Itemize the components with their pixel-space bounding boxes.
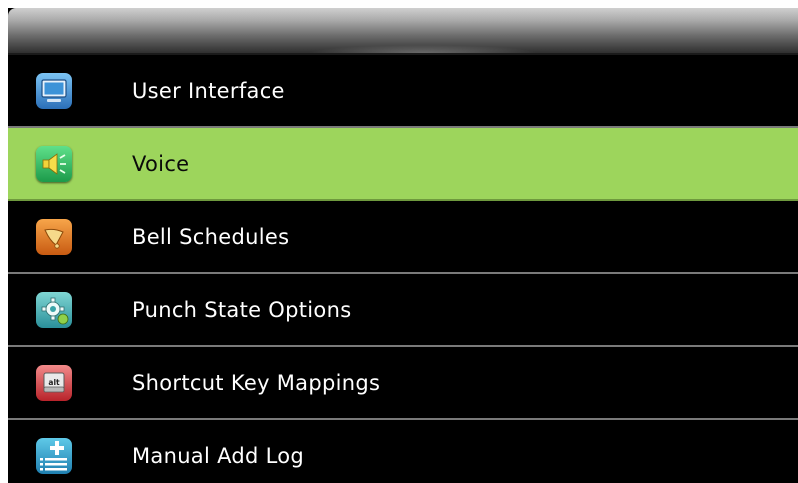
menu-list: User Interface Voice Bell Schedules Punc… <box>8 55 798 483</box>
monitor-icon <box>36 73 72 109</box>
menu-item-bell-schedules[interactable]: Bell Schedules <box>8 201 798 274</box>
menu-item-label: Voice <box>132 151 190 176</box>
menu-item-user-interface[interactable]: User Interface <box>8 55 798 128</box>
menu-item-label: Bell Schedules <box>132 224 290 249</box>
menu-item-label: User Interface <box>132 78 285 103</box>
menu-item-label: Punch State Options <box>132 297 352 322</box>
menu-item-manual-add-log[interactable]: Manual Add Log <box>8 420 798 483</box>
menu-item-voice[interactable]: Voice <box>8 128 798 201</box>
svg-text:alt: alt <box>48 378 60 387</box>
device-screen: User Interface Voice Bell Schedules Punc… <box>8 8 798 483</box>
speaker-icon <box>36 146 72 182</box>
menu-item-label: Manual Add Log <box>132 443 305 468</box>
menu-item-punch-state-options[interactable]: Punch State Options <box>8 274 798 347</box>
gear-icon <box>36 292 72 328</box>
menu-item-shortcut-key-mappings[interactable]: alt Shortcut Key Mappings <box>8 347 798 420</box>
add-list-icon <box>36 438 72 474</box>
title-bar <box>8 8 798 55</box>
menu-item-label: Shortcut Key Mappings <box>132 370 381 395</box>
bell-icon <box>36 219 72 255</box>
alt-key-icon: alt <box>36 365 72 401</box>
